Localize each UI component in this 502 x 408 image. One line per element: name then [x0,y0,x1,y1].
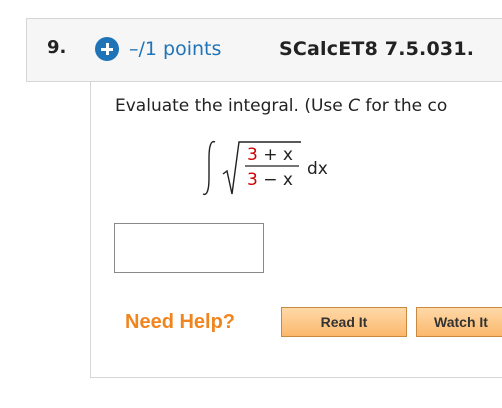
denominator-constant: 3 [247,170,258,190]
question-number: 9. [47,37,67,58]
read-it-button[interactable]: Read It [281,307,407,337]
instruction-suffix: for the co [360,96,448,116]
integral-expression: 3 + x 3 − x dx [202,140,328,196]
watch-it-button[interactable]: Watch It [416,307,502,337]
instruction-variable: C [348,96,360,116]
denominator: 3 − x [247,170,293,190]
denominator-rest: − x [258,170,293,190]
integral-sign-icon [202,140,216,196]
numerator: 3 + x [247,145,293,165]
points-label: –/1 points [129,38,222,60]
answer-input[interactable] [114,223,264,273]
numerator-constant: 3 [247,145,258,165]
plus-icon[interactable] [95,37,119,61]
differential: dx [307,159,328,179]
instruction-prefix: Evaluate the integral. (Use [115,96,349,116]
numerator-rest: + x [258,145,293,165]
problem-code: SCalcET8 7.5.031. [279,38,475,60]
need-help-label: Need Help? [125,311,236,333]
question-header: 9. –/1 points SCalcET8 7.5.031. [26,18,502,82]
question-body: Evaluate the integral. (Use C for the co… [90,82,502,378]
instruction-text: Evaluate the integral. (Use C for the co [115,96,447,116]
